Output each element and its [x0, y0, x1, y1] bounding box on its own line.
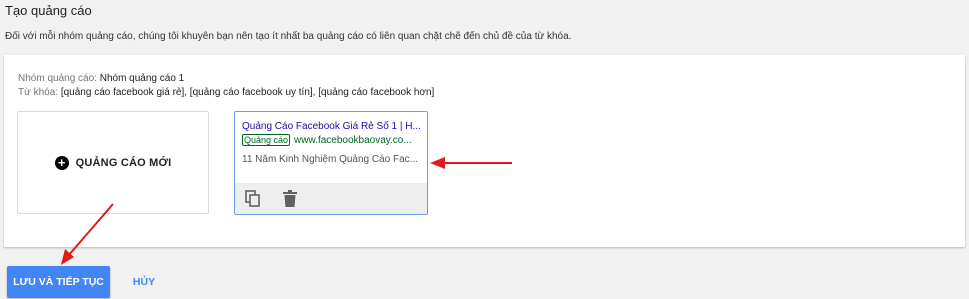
save-and-continue-button[interactable]: LƯU VÀ TIẾP TỤC [7, 266, 110, 298]
ad-actions-bar [235, 183, 427, 214]
ad-description: 11 Năm Kinh Nghiệm Quảng Cáo Fac... [242, 154, 419, 165]
ad-preview-card[interactable]: Quảng Cáo Facebook Giá Rẻ Số 1 | H... Qu… [234, 111, 428, 215]
ad-badge: Quảng cáo [242, 134, 291, 146]
new-ad-button[interactable]: + QUẢNG CÁO MỚI [17, 111, 209, 214]
new-ad-label: QUẢNG CÁO MỚI [75, 156, 172, 169]
keywords-info: Từ khóa: [quảng cáo facebook giá rẻ], [q… [18, 87, 434, 98]
ad-group-label: Nhóm quảng cáo: [18, 73, 100, 84]
ad-group-value: Nhóm quảng cáo 1 [99, 73, 185, 84]
page-title: Tạo quảng cáo [5, 3, 92, 18]
ad-group-info: Nhóm quảng cáo: Nhóm quảng cáo 1 [18, 73, 184, 84]
keywords-label: Từ khóa: [18, 87, 61, 98]
ad-display-url: www.facebookbaovay.co... [294, 135, 412, 146]
ad-headline: Quảng Cáo Facebook Giá Rẻ Số 1 | H... [242, 121, 421, 132]
keywords-value: [quảng cáo facebook giá rẻ], [quảng cáo … [60, 87, 435, 98]
copy-icon[interactable] [245, 190, 261, 208]
trash-icon[interactable] [283, 190, 297, 207]
plus-circle-icon: + [54, 155, 69, 170]
ad-creation-panel: Nhóm quảng cáo: Nhóm quảng cáo 1 Từ khóa… [4, 55, 965, 247]
page-description: Đối với mỗi nhóm quảng cáo, chúng tôi kh… [5, 31, 572, 42]
cancel-button[interactable]: HỦY [124, 266, 164, 298]
ad-url-line: Quảng cáo www.facebookbaovay.co... [242, 134, 422, 146]
